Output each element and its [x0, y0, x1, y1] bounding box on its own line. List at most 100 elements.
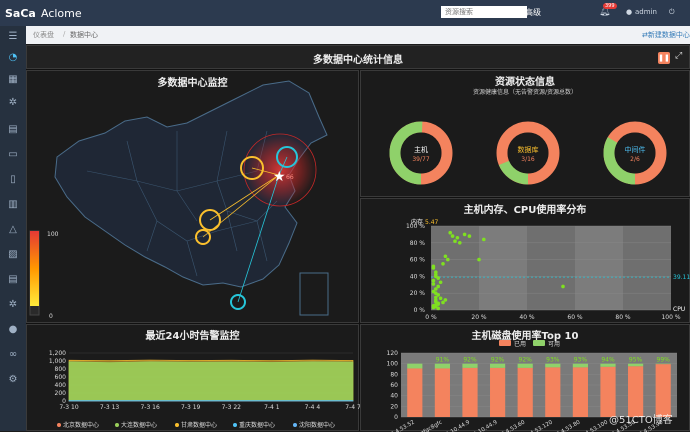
disk-data-label: 92% [463, 357, 477, 364]
monitor-icon[interactable]: ▭ [6, 148, 20, 162]
scale-min-label: 0 [49, 313, 53, 320]
scatter-band [431, 226, 479, 310]
disk-panel: 主机磁盘使用率Top 10 02040608010012010.4.53.529… [360, 324, 690, 431]
scatter-point [434, 305, 438, 309]
disk-y-tick: 120 [387, 350, 399, 357]
scatter-y-tick: 20 % [410, 290, 426, 297]
disk-data-label: 93% [546, 357, 560, 364]
alarm-x-tick: 7-4 4 [305, 404, 321, 411]
disk-bar-used [407, 368, 422, 417]
scatter-point [468, 234, 472, 238]
scatter-y-tick: 60 % [410, 257, 426, 264]
scatter-band [575, 226, 623, 310]
alarm-y-tick: 1,200 [49, 350, 66, 357]
alarm-y-tick: 400 [55, 382, 67, 389]
disk-bar-used [600, 367, 615, 417]
scatter-y-tick: 0 % [414, 307, 426, 314]
disk-bar-free [462, 364, 477, 368]
alarm-x-tick: 7-4 7 [345, 404, 360, 411]
breadcrumb: 仪表盘 / 数据中心 ⇄新建数据中心 [26, 26, 690, 44]
alarm-legend-label: 沈阳数据中心 [299, 421, 335, 429]
scatter-point [448, 231, 452, 235]
donut-label: 主机 [414, 145, 428, 154]
report-icon[interactable]: ▨ [6, 248, 20, 262]
scatter-x-label: CPU [673, 306, 685, 313]
scatter-y-tick: 80 % [410, 240, 426, 247]
scale-bar-gradient[interactable] [30, 231, 39, 306]
disk-bar-used [490, 368, 505, 417]
disk-y-tick: 60 [390, 382, 398, 389]
menu-toggle-icon[interactable]: ☰ [6, 30, 20, 44]
grid-icon[interactable]: ▦ [6, 73, 20, 87]
scatter-band [479, 226, 527, 310]
brand-logo-small: SaCa [5, 7, 36, 20]
top-bar: SaCa Aclome 高级 🔔︎ 399 ● admin ⏻ [0, 0, 690, 26]
scatter-point [463, 233, 467, 237]
disk-legend-free-marker [533, 340, 545, 346]
alarm-y-tick: 1,000 [49, 358, 66, 365]
advanced-search-link[interactable]: 高级 [525, 7, 541, 18]
scatter-memory-marker: 5.47 [425, 219, 439, 226]
scatter-point [444, 254, 448, 258]
watermark: @51CTO博客 [609, 411, 673, 426]
scatter-avg-label: 39.11 [673, 274, 690, 281]
bar-chart-icon[interactable]: ▥ [6, 198, 20, 212]
file-icon[interactable]: ▯ [6, 173, 20, 187]
disk-bar-used [518, 368, 533, 417]
disk-x-tick: 10.4.53.52 [387, 420, 416, 432]
alarm-x-tick: 7-3 19 [181, 404, 201, 411]
link-icon[interactable]: ∞ [6, 348, 20, 362]
brand-logo[interactable]: SaCa Aclome [5, 3, 95, 23]
disk-data-label: 93% [574, 357, 588, 364]
alarm-y-tick: 200 [55, 390, 67, 397]
scale-max-label: 100 [47, 231, 59, 238]
user-name[interactable]: admin [635, 8, 657, 16]
notification-badge: 399 [603, 3, 617, 9]
alarm-x-tick: 7-3 13 [100, 404, 120, 411]
disk-legend-free-label: 可用 [548, 341, 560, 348]
scatter-x-tick: 20 % [471, 314, 487, 321]
disk-bar-used [573, 367, 588, 417]
scatter-point [477, 258, 481, 262]
scatter-point [561, 285, 565, 289]
disk-data-label: 92% [491, 357, 505, 364]
resource-donuts: 主机39/77数据库3/16中间件2/6 [361, 71, 690, 198]
selected-star-icon: ★ [273, 169, 286, 185]
alarm-x-tick: 7-4 1 [264, 404, 280, 411]
new-datacenter-link[interactable]: ⇄新建数据中心 [642, 30, 690, 40]
alarm-panel: 最近24小时告警监控 02004006008001,0001,2007-3 10… [26, 324, 359, 431]
breadcrumb-current: 数据中心 [70, 30, 98, 40]
logout-link[interactable]: ⏻ [669, 8, 675, 17]
alarm-x-tick: 7-3 22 [222, 404, 242, 411]
scatter-x-tick: 0 % [425, 314, 437, 321]
scatter-x-tick: 40 % [519, 314, 535, 321]
search-input[interactable] [441, 6, 527, 18]
alarm-x-tick: 7-3 16 [140, 404, 160, 411]
disk-bar-used [462, 368, 477, 417]
donut-value: 39/77 [412, 156, 429, 163]
dashboard-icon[interactable]: ◔ [6, 51, 20, 65]
disk-y-tick: 0 [394, 414, 398, 421]
list-icon[interactable]: ▤ [6, 273, 20, 287]
user-icon: ● [626, 8, 632, 16]
scatter-panel: 主机内存、CPU使用率分布 0 %20 %40 %60 %80 %100 %0 … [360, 198, 690, 323]
topology-icon[interactable]: ✲ [6, 298, 20, 312]
fullscreen-icon[interactable]: ⤢ [675, 51, 682, 61]
alarm-legend-marker [115, 423, 119, 427]
alarm-legend-marker [233, 423, 237, 427]
china-map: ★ 66 100 0 [27, 71, 360, 324]
pause-button[interactable]: ❚❚ [658, 52, 670, 64]
breadcrumb-home-link[interactable]: 仪表盘 [33, 30, 54, 40]
document-icon[interactable]: ▤ [6, 123, 20, 137]
alarm-bell-icon[interactable]: △ [6, 223, 20, 237]
disk-x-tick: 10.4.53.100 [577, 419, 609, 432]
scatter-point [458, 241, 462, 245]
disk-bar-free [656, 364, 671, 365]
disk-y-tick: 100 [387, 361, 399, 368]
circle-icon[interactable]: ● [6, 323, 20, 337]
cluster-icon[interactable]: ✲ [6, 96, 20, 110]
alarm-series-area [69, 362, 353, 401]
disk-bar-used [628, 366, 643, 417]
breadcrumb-separator: / [63, 30, 65, 38]
settings-icon[interactable]: ⚙ [6, 373, 20, 387]
